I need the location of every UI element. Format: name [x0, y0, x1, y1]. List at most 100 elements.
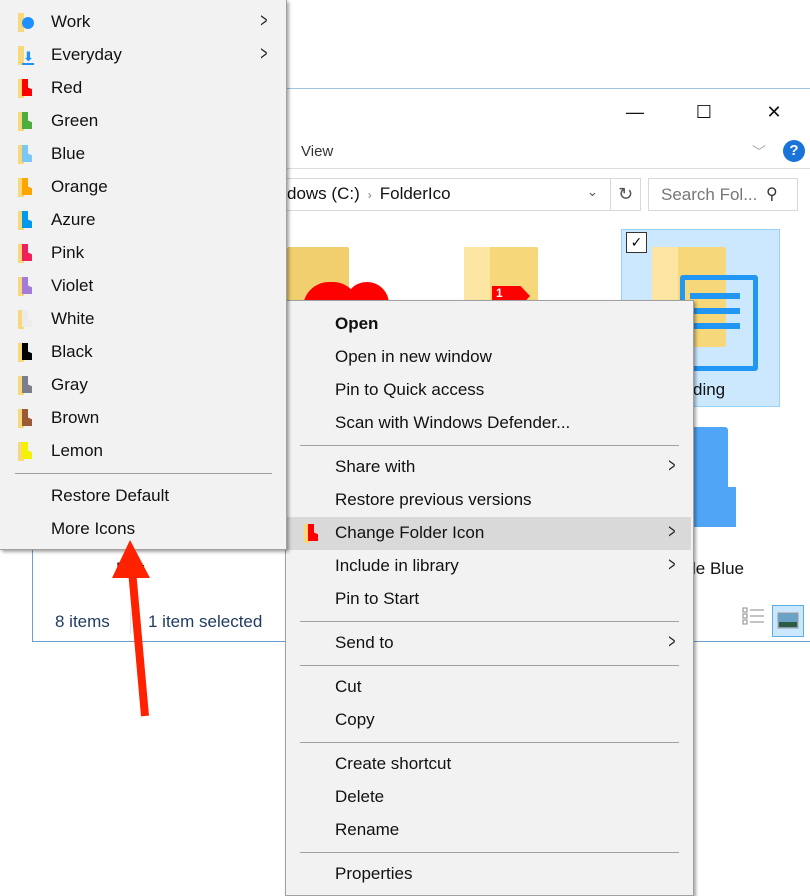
menu-item-label: Pin to Quick access: [335, 380, 485, 399]
context-item-scan-with-windows-defender[interactable]: Scan with Windows Defender...: [286, 407, 691, 440]
folder-blue-icon[interactable]: [690, 427, 737, 527]
folder-brown-icon: [18, 409, 34, 428]
color-menu-item-violet[interactable]: Violet: [0, 270, 286, 303]
folder-color-swatch: [22, 244, 32, 261]
color-menu-item-green[interactable]: Green: [0, 105, 286, 138]
menu-item-label: Restore previous versions: [335, 490, 532, 509]
menu-item-label: Lemon: [51, 441, 103, 460]
color-menu-item-black[interactable]: Black: [0, 336, 286, 369]
context-item-copy[interactable]: Copy: [286, 704, 691, 737]
context-item-properties[interactable]: Properties: [286, 858, 691, 891]
menu-item-label: Black: [51, 342, 93, 361]
color-menu-item-orange[interactable]: Orange: [0, 171, 286, 204]
context-item-share-with[interactable]: Share with >: [286, 451, 691, 484]
minimize-button[interactable]: —: [615, 100, 655, 124]
folder-orange-icon: [18, 178, 34, 197]
chevron-right-icon: >: [668, 521, 676, 543]
folder-pink-icon: [18, 244, 34, 263]
menu-item-label: White: [51, 309, 95, 328]
folder-red-icon: [304, 524, 320, 543]
menu-item-label: Create shortcut: [335, 754, 452, 773]
chevron-right-icon: >: [668, 455, 676, 477]
menu-item-label: Restore Default: [51, 486, 170, 505]
color-menu-item-lemon[interactable]: Lemon: [0, 435, 286, 468]
folder-violet-icon: [18, 277, 34, 296]
folder-download-icon: ⬇: [18, 46, 34, 65]
chevron-right-icon: >: [668, 631, 676, 653]
tab-view[interactable]: View: [301, 143, 333, 160]
context-item-cut[interactable]: Cut: [286, 671, 691, 704]
color-menu-item-brown[interactable]: Brown: [0, 402, 286, 435]
folder-green-icon: [18, 112, 34, 131]
color-menu-item-everyday[interactable]: ⬇ Everyday >: [0, 39, 286, 72]
context-item-delete[interactable]: Delete: [286, 781, 691, 814]
menu-item-label: Share with: [335, 457, 416, 476]
folder-color-swatch: [22, 376, 32, 393]
color-menu-item-pink[interactable]: Pink: [0, 237, 286, 270]
color-menu-item-white[interactable]: White: [0, 303, 286, 336]
color-menu-item-blue[interactable]: Blue: [0, 138, 286, 171]
context-item-change-folder-icon[interactable]: Change Folder Icon >: [286, 517, 691, 550]
menu-item-label: More Icons: [51, 519, 136, 538]
search-input[interactable]: Search Fol... ⚲: [648, 178, 798, 211]
annotation-arrow-icon: [112, 540, 150, 717]
breadcrumb-drive[interactable]: dows (C:): [287, 184, 360, 203]
context-item-restore-previous-versions[interactable]: Restore previous versions: [286, 484, 691, 517]
menu-item-label: Send to: [335, 633, 394, 652]
ribbon-expand-chevron-icon[interactable]: ﹀: [752, 142, 766, 162]
chevron-right-icon: >: [260, 43, 268, 65]
breadcrumb-separator-icon[interactable]: ›: [368, 188, 372, 202]
color-menu-item-gray[interactable]: Gray: [0, 369, 286, 402]
context-item-include-in-library[interactable]: Include in library >: [286, 550, 691, 583]
menu-separator: [300, 742, 679, 743]
menu-separator: [300, 621, 679, 622]
folder-flag-icon[interactable]: 1: [464, 247, 540, 307]
context-item-open-in-new-window[interactable]: Open in new window: [286, 341, 691, 374]
restore-default-item[interactable]: Restore Default: [0, 480, 286, 513]
folder-color-swatch: [22, 112, 32, 129]
menu-item-label: Delete: [335, 787, 385, 806]
folder-white-icon: [18, 310, 34, 329]
help-icon[interactable]: ?: [783, 140, 805, 162]
address-bar[interactable]: dows (C:) › FolderIco ⌄: [287, 178, 611, 211]
color-menu-item-azure[interactable]: Azure: [0, 204, 286, 237]
folder-azure-icon: [18, 211, 34, 230]
menu-item-label: Copy: [335, 710, 375, 729]
menu-item-label: Violet: [51, 276, 94, 295]
menu-item-label: Pink: [51, 243, 85, 262]
maximize-button[interactable]: ☐: [684, 100, 724, 124]
context-item-create-shortcut[interactable]: Create shortcut: [286, 748, 691, 781]
folder-color-swatch: [22, 79, 32, 96]
color-menu-item-work[interactable]: Work >: [0, 6, 286, 39]
refresh-icon[interactable]: ↻: [610, 178, 641, 211]
gear-shape: [22, 17, 34, 29]
large-icons-view-icon[interactable]: [772, 605, 804, 637]
context-item-send-to[interactable]: Send to >: [286, 627, 691, 660]
menu-item-label: Include in library: [335, 556, 459, 575]
context-menu: Open Open in new window Pin to Quick acces…: [285, 300, 694, 896]
checkbox-icon[interactable]: ✓: [626, 232, 647, 253]
menu-item-label: Orange: [51, 177, 108, 196]
folder-color-swatch: [22, 277, 32, 294]
color-menu-item-red[interactable]: Red: [0, 72, 286, 105]
breadcrumb-folder[interactable]: FolderIco: [380, 184, 451, 203]
context-item-rename[interactable]: Rename: [286, 814, 691, 847]
folder-label: le Blue: [692, 559, 744, 578]
menu-separator: [300, 852, 679, 853]
folder-color-swatch: [22, 178, 32, 195]
context-item-open[interactable]: Open: [286, 308, 691, 341]
menu-item-label: Scan with Windows Defender...: [335, 413, 571, 432]
menu-item-label: Work: [51, 12, 91, 31]
context-item-pin-to-quick-access[interactable]: Pin to Quick access: [286, 374, 691, 407]
context-item-pin-to-start[interactable]: Pin to Start: [286, 583, 691, 616]
search-icon[interactable]: ⚲: [766, 184, 778, 204]
menu-item-label: Blue: [51, 144, 86, 163]
folder-heart-icon[interactable]: [287, 247, 389, 308]
menu-item-label: Cut: [335, 677, 362, 696]
folder-color-swatch: [22, 409, 32, 426]
folder-lemon-icon: [18, 442, 34, 461]
details-view-icon[interactable]: [742, 605, 766, 635]
close-button[interactable]: ✕: [754, 100, 794, 124]
menu-item-label: Red: [51, 78, 83, 97]
address-dropdown-icon[interactable]: ⌄: [587, 184, 598, 200]
